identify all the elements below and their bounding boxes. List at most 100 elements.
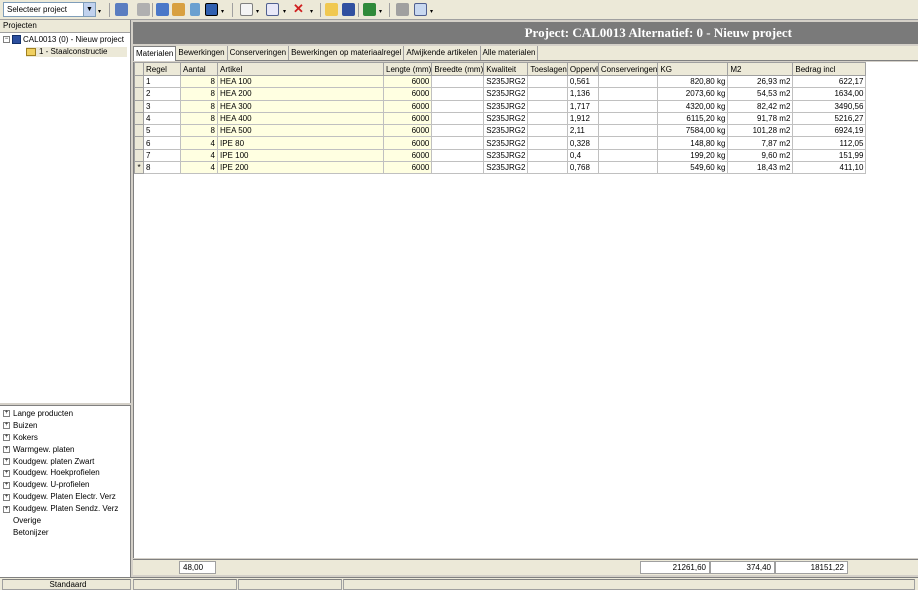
tab-alle-materialen[interactable]: Alle materialen <box>481 46 539 60</box>
cell-kwaliteit[interactable]: S235JRG2 <box>483 74 529 89</box>
cell-regel[interactable]: 3 <box>143 99 181 113</box>
cell-aantal[interactable]: 4 <box>180 148 218 163</box>
tab-bewerkingen-op-materiaalregel[interactable]: Bewerkingen op materiaalregel <box>289 46 405 60</box>
category-item[interactable]: + Koudgew. Hoekprofielen <box>0 467 130 479</box>
tab-materialen[interactable]: Materialen <box>133 46 177 61</box>
row-selector[interactable] <box>134 111 144 126</box>
cell-lengte[interactable]: 6000 <box>382 161 433 175</box>
hierarchy-icon[interactable] <box>115 3 128 16</box>
cell-m2[interactable]: 9,60 m2 <box>727 148 794 163</box>
cell-regel[interactable]: 6 <box>143 136 181 150</box>
row-selector[interactable]: * <box>134 161 144 175</box>
column-header[interactable]: Toeslagen <box>527 62 568 76</box>
new-document-icon[interactable] <box>240 3 253 16</box>
cell-oppervl[interactable]: 0,328 <box>566 136 599 150</box>
cell-breedte[interactable] <box>431 87 485 101</box>
cell-breedte[interactable] <box>431 74 485 89</box>
cell-breedte[interactable] <box>431 124 485 138</box>
navigate-icon[interactable] <box>190 3 200 16</box>
cell-bedrag[interactable]: 1634,00 <box>792 87 867 101</box>
row-selector[interactable] <box>134 124 144 138</box>
cell-breedte[interactable] <box>431 148 485 163</box>
expand-icon[interactable]: + <box>3 469 10 477</box>
table-row[interactable]: 4 8 HEA 400 6000 S235JRG2 1,912 6115,20 kg 91,7… <box>134 111 867 126</box>
cell-m2[interactable]: 26,93 m2 <box>727 74 794 89</box>
save-icon[interactable] <box>342 3 355 16</box>
category-item[interactable]: + Buizen <box>0 420 130 432</box>
cell-conserveringen[interactable] <box>597 148 659 163</box>
cell-aantal[interactable]: 8 <box>180 87 218 101</box>
cell-lengte[interactable]: 6000 <box>382 74 433 89</box>
dropdown-arrow-icon[interactable]: ▾ <box>310 8 313 15</box>
cell-aantal[interactable]: 8 <box>180 111 218 126</box>
table-row[interactable]: 5 8 HEA 500 6000 S235JRG2 2,11 7584,00 kg 101,2… <box>134 124 867 138</box>
cell-kwaliteit[interactable]: S235JRG2 <box>483 99 529 113</box>
cell-artikel[interactable]: IPE 80 <box>217 136 384 150</box>
expand-icon[interactable]: + <box>3 481 10 489</box>
cell-m2[interactable]: 91,78 m2 <box>727 111 794 126</box>
cell-lengte[interactable]: 6000 <box>382 136 433 150</box>
tree-root-project[interactable]: − CAL0013 (0) - Nieuw project <box>3 35 124 45</box>
cell-kg[interactable]: 7584,00 kg <box>657 124 729 138</box>
column-header[interactable]: Conserveringen <box>597 62 659 76</box>
cell-kg[interactable]: 820,80 kg <box>657 74 729 89</box>
cell-oppervl[interactable]: 1,136 <box>566 87 599 101</box>
category-item[interactable]: + Koudgew. Platen Electr. Verz <box>0 491 130 503</box>
cell-artikel[interactable]: HEA 200 <box>217 87 384 101</box>
excel-icon[interactable] <box>363 3 376 16</box>
cell-artikel[interactable]: IPE 200 <box>217 161 384 175</box>
cell-oppervl[interactable]: 1,717 <box>566 99 599 113</box>
delete-icon[interactable]: ✕ <box>293 2 306 16</box>
expand-icon[interactable]: + <box>3 422 10 430</box>
tree-child-staalconstructie[interactable]: 1 - Staalconstructie <box>26 47 128 57</box>
details-view-icon[interactable] <box>205 3 218 16</box>
edit-icon[interactable] <box>266 3 279 16</box>
dropdown-arrow-icon[interactable]: ▾ <box>221 8 224 15</box>
cell-oppervl[interactable]: 0,4 <box>566 148 599 163</box>
cell-m2[interactable]: 101,28 m2 <box>727 124 794 138</box>
row-selector[interactable] <box>134 87 144 101</box>
cell-toeslagen[interactable] <box>527 148 568 163</box>
cell-conserveringen[interactable] <box>597 74 659 89</box>
print-preview-icon[interactable] <box>414 3 427 16</box>
dropdown-arrow-icon[interactable]: ▾ <box>256 8 259 15</box>
category-item[interactable]: + Koudgew. U-profielen <box>0 479 130 491</box>
cell-kg[interactable]: 2073,60 kg <box>657 87 729 101</box>
column-header[interactable]: Lengte (mm) <box>382 62 433 76</box>
cell-lengte[interactable]: 6000 <box>382 124 433 138</box>
cell-kg[interactable]: 148,80 kg <box>657 136 729 150</box>
tab-bewerkingen[interactable]: Bewerkingen <box>176 46 228 60</box>
dropdown-arrow-icon[interactable]: ▾ <box>98 8 101 15</box>
expand-icon[interactable]: + <box>3 505 10 513</box>
dropdown-arrow-icon[interactable]: ▾ <box>430 8 433 15</box>
dropdown-arrow-icon[interactable]: ▾ <box>283 8 286 15</box>
cell-bedrag[interactable]: 6924,19 <box>792 124 867 138</box>
column-header[interactable]: Bedrag incl <box>792 62 867 76</box>
cell-breedte[interactable] <box>431 161 485 175</box>
cell-bedrag[interactable]: 3490,56 <box>792 99 867 113</box>
cell-conserveringen[interactable] <box>597 87 659 101</box>
tab-conserveringen[interactable]: Conserveringen <box>228 46 290 60</box>
cell-breedte[interactable] <box>431 111 485 126</box>
cell-toeslagen[interactable] <box>527 87 568 101</box>
window-icon[interactable] <box>156 3 169 16</box>
cell-kwaliteit[interactable]: S235JRG2 <box>483 87 529 101</box>
row-selector[interactable] <box>134 148 144 163</box>
dropdown-arrow-icon[interactable]: ▾ <box>379 8 382 15</box>
table-row[interactable]: * 8 4 IPE 200 6000 S235JRG2 0,768 549,60 kg 18,4… <box>134 161 867 175</box>
cell-conserveringen[interactable] <box>597 111 659 126</box>
cell-regel[interactable]: 1 <box>143 74 181 89</box>
export-icon[interactable] <box>172 3 185 16</box>
cell-artikel[interactable]: HEA 300 <box>217 99 384 113</box>
cell-toeslagen[interactable] <box>527 99 568 113</box>
category-item[interactable]: + Lange producten <box>0 408 130 420</box>
cell-m2[interactable]: 18,43 m2 <box>727 161 794 175</box>
cell-oppervl[interactable]: 1,912 <box>566 111 599 126</box>
cell-toeslagen[interactable] <box>527 124 568 138</box>
cell-kg[interactable]: 6115,20 kg <box>657 111 729 126</box>
column-header[interactable]: M2 <box>727 62 794 76</box>
table-row[interactable]: 7 4 IPE 100 6000 S235JRG2 0,4 199,20 kg 9,60 m2… <box>134 148 867 163</box>
column-header[interactable]: KG <box>657 62 729 76</box>
column-header[interactable]: Breedte (mm) <box>431 62 485 76</box>
cell-breedte[interactable] <box>431 136 485 150</box>
